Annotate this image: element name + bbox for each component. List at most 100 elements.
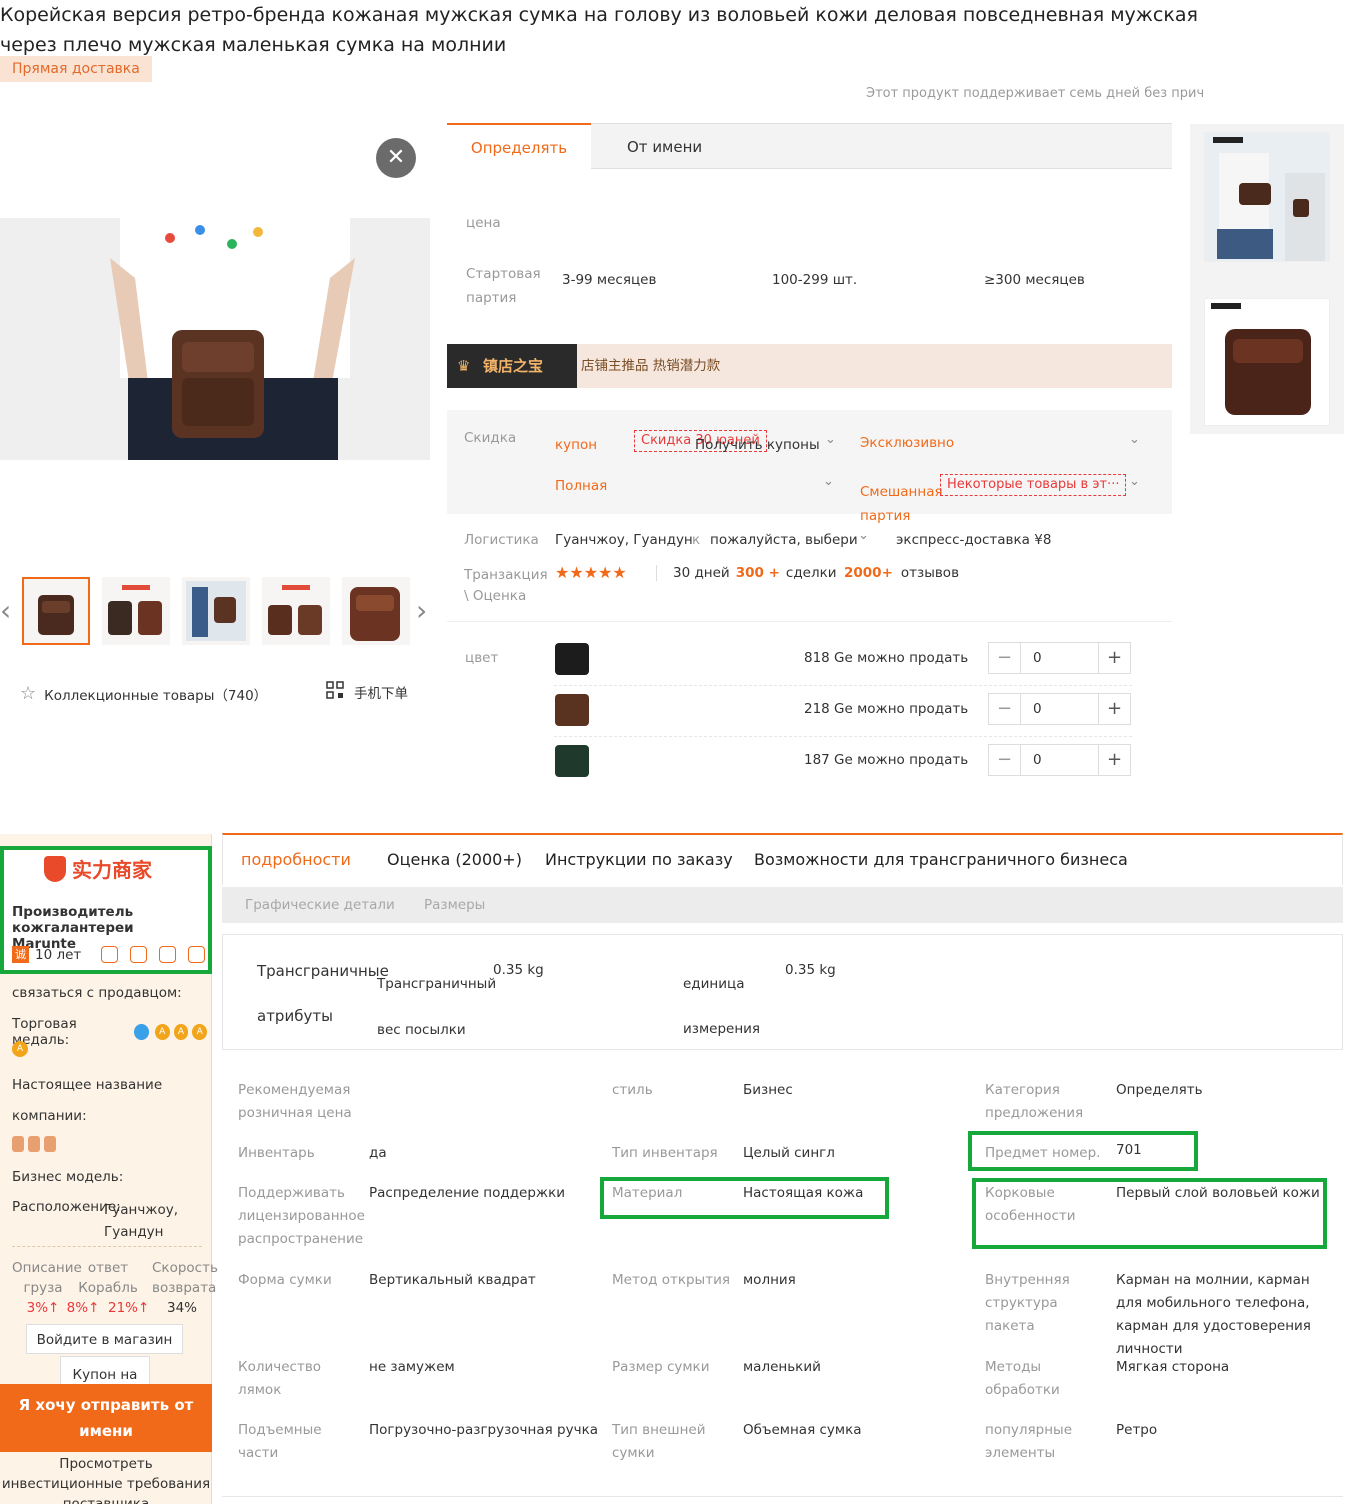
attr-value: молния — [743, 1272, 796, 1288]
plus-button[interactable]: + — [1098, 643, 1130, 673]
send-on-behalf-button[interactable]: Я хочу отправить от имени — [0, 1384, 212, 1452]
tab-details[interactable]: подробности — [241, 835, 351, 885]
chat-icon[interactable] — [134, 1024, 149, 1040]
attr-label: стиль — [612, 1082, 653, 1098]
chevron-right-icon[interactable]: › — [416, 594, 427, 627]
color-swatch-green[interactable] — [555, 745, 589, 777]
quantity-stepper: − 0 + — [988, 744, 1131, 776]
calendar-icon: 诚 — [12, 946, 29, 963]
full-label: Полная — [555, 478, 608, 494]
thumbnail-1[interactable] — [22, 577, 90, 645]
medal-icon: A — [154, 1024, 170, 1040]
attr-value: Первый слой воловьей кожи — [1116, 1185, 1320, 1201]
attr-value: Определять — [1116, 1082, 1203, 1098]
tier-1: 3-99 месяцев — [562, 272, 657, 288]
quantity-input[interactable]: 0 — [1033, 643, 1042, 673]
mobile-order-button[interactable]: 手机下单 — [326, 681, 408, 703]
divider — [656, 565, 657, 581]
exclusive-label: Эксклюзивно — [860, 435, 955, 451]
attr-label: Количество лямок — [238, 1359, 322, 1398]
attr-value: Бизнес — [743, 1082, 793, 1098]
attr-label: Рекомендуемая розничная цена — [238, 1082, 352, 1121]
attr-value: Объемная сумка — [743, 1422, 862, 1438]
ship-to-select[interactable]: пожалуйста, выбери — [710, 532, 858, 548]
subtab-sizes[interactable]: Размеры — [424, 887, 485, 923]
related-product-2[interactable] — [1204, 298, 1330, 426]
attr-value: да — [369, 1145, 387, 1161]
attr-label: популярные элементы — [985, 1422, 1073, 1461]
tab-order-instructions[interactable]: Инструкции по заказу — [545, 835, 733, 885]
attr-label: Корковые особенности — [985, 1185, 1076, 1224]
qr-code-icon — [326, 681, 344, 703]
attr-value: Ретро — [1116, 1422, 1158, 1438]
business-model-label: Бизнес модель: — [12, 1169, 124, 1185]
shield-icon — [12, 1136, 24, 1152]
stock-count: 187 Ge можно продать — [804, 752, 969, 768]
rating-stars: ★★★★★ — [555, 563, 627, 582]
get-coupons-link[interactable]: Получить купоны — [695, 437, 820, 453]
close-icon[interactable]: ✕ — [376, 138, 416, 178]
divider — [222, 1496, 1343, 1497]
thumbnail-3[interactable] — [182, 577, 250, 645]
main-product-image — [0, 218, 430, 460]
divider — [554, 685, 1132, 686]
related-product-1[interactable] — [1204, 132, 1330, 262]
reviews-info[interactable]: 2000+ отзывов — [844, 565, 959, 581]
ship-from: Гуанчжоу, Гуандун — [555, 532, 693, 548]
quantity-stepper: − 0 + — [988, 693, 1131, 725]
crossborder-title-2: атрибуты — [257, 1007, 333, 1025]
chevron-down-icon[interactable]: ⌄ — [825, 432, 836, 447]
medal-icon: A — [192, 1024, 208, 1040]
delivery-price: экспресс-доставка ¥8 — [896, 532, 1052, 548]
deals-count: 300 + — [735, 565, 780, 581]
enter-store-button[interactable]: Войдите в магазин — [26, 1324, 183, 1354]
seller-card[interactable]: 实力商家 Производитель кожгалантереи Marunte… — [0, 846, 212, 974]
shield-icon — [28, 1136, 40, 1152]
chevron-down-icon[interactable]: ⌄ — [858, 528, 869, 543]
color-label: цвет — [465, 650, 499, 666]
attr-label: Категория предложения — [985, 1082, 1084, 1121]
plus-button[interactable]: + — [1098, 694, 1130, 724]
favorites-button[interactable]: ☆ Коллекционные товары（740） — [20, 683, 267, 704]
minus-button[interactable]: − — [989, 694, 1021, 724]
banner-text: 店铺主推品 热销潜力款 — [581, 358, 721, 374]
tab-on-behalf[interactable]: От имени — [627, 124, 702, 170]
attr-label: Подъемные части — [238, 1422, 322, 1461]
chevron-left-icon[interactable]: ‹ — [0, 594, 11, 627]
attr-label: Метод открытия — [612, 1272, 730, 1288]
attr-label: Методы обработки — [985, 1359, 1060, 1398]
attr-value: Вертикальный квадрат — [369, 1272, 536, 1288]
attr-value: Целый сингл — [743, 1145, 835, 1161]
color-swatch-brown[interactable] — [555, 694, 589, 726]
weight-value: 0.35 kg — [493, 962, 544, 978]
chevron-down-icon[interactable]: ⌄ — [1129, 432, 1140, 447]
minus-button[interactable]: − — [989, 643, 1021, 673]
thumbnail-4[interactable] — [262, 577, 330, 645]
quantity-input[interactable]: 0 — [1033, 745, 1042, 775]
stat-return: Скорость возврата 34% — [152, 1260, 218, 1316]
chevron-down-icon[interactable]: ⌄ — [1129, 474, 1140, 489]
badge-icon — [188, 946, 206, 963]
crown-icon: ♛ — [457, 357, 471, 375]
attr-label: Тип инвентаря — [612, 1145, 718, 1161]
mixed-batch-tag[interactable]: Некоторые товары в эт··· — [940, 474, 1127, 496]
thumbnail-2[interactable] — [102, 577, 170, 645]
medal-icon: A — [173, 1024, 189, 1040]
plus-button[interactable]: + — [1098, 745, 1130, 775]
medal-icon: A — [12, 1041, 28, 1057]
tab-reviews[interactable]: Оценка (2000+) — [387, 835, 522, 885]
subtab-graphic-details[interactable]: Графические детали — [245, 887, 395, 923]
seller-name[interactable]: Производитель кожгалантереи Marunte — [12, 904, 202, 952]
minus-button[interactable]: − — [989, 745, 1021, 775]
quantity-input[interactable]: 0 — [1033, 694, 1042, 724]
tab-determine[interactable]: Определять — [447, 123, 591, 169]
attr-label: Внутренняя структура пакета — [985, 1272, 1070, 1334]
shield-logo-icon — [44, 855, 66, 882]
chevron-down-icon[interactable]: ⌄ — [823, 474, 834, 489]
company-label: компании: — [12, 1108, 87, 1124]
thumbnail-5[interactable] — [342, 577, 410, 645]
color-swatch-black[interactable] — [555, 643, 589, 675]
tab-crossborder[interactable]: Возможности для трансграничного бизнеса — [754, 835, 1128, 885]
batch-label: Стартовая партия — [466, 266, 541, 306]
investment-requirements-link[interactable]: Просмотреть инвестиционные требования по… — [0, 1454, 212, 1504]
